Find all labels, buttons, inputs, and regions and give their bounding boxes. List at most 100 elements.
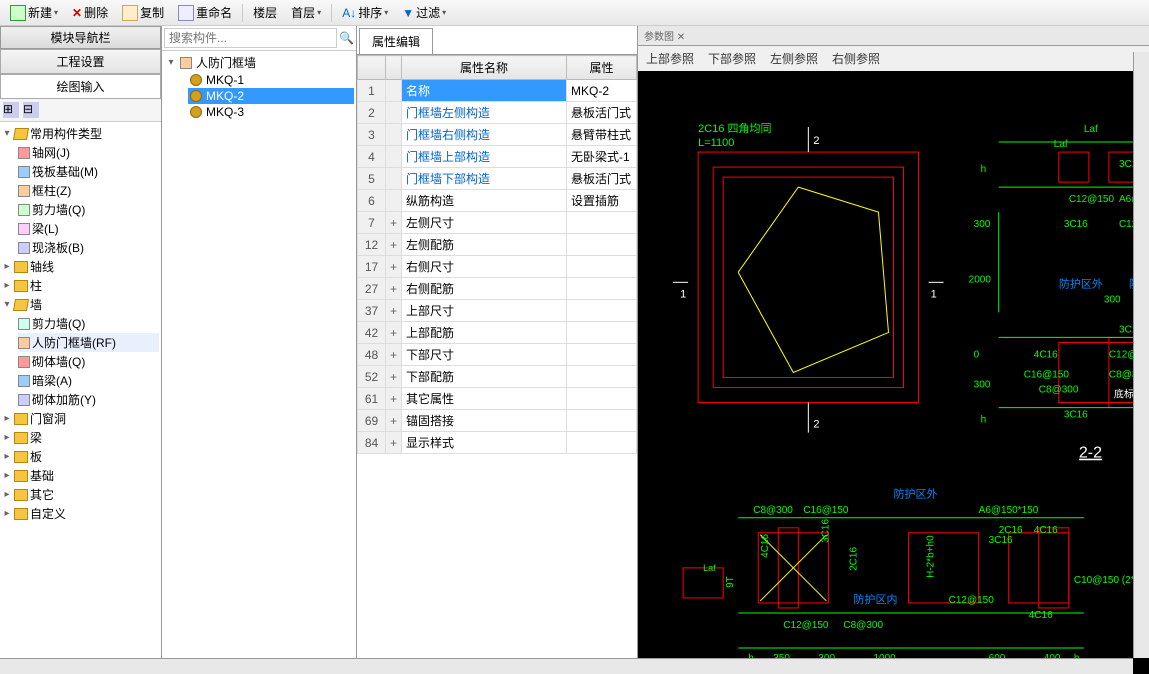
tree-common-types[interactable]: ▾常用构件类型 [2, 124, 159, 143]
nav-mini-toolbar: ⊞ ⊟ [0, 99, 161, 122]
svg-text:2C16: 2C16 [848, 547, 859, 571]
tree-door-frame[interactable]: 人防门框墙(RF) [18, 333, 159, 352]
comp-mkq2[interactable]: MKQ-2 [188, 88, 354, 104]
col-prop-val: 属性 [567, 56, 637, 80]
prop-row[interactable]: 27+右侧配筋 [358, 278, 637, 300]
cad-canvas[interactable]: 2C16 四角均同 L=1100 2 2 1 1 [638, 71, 1149, 674]
search-icon[interactable]: 🔍 [339, 31, 354, 45]
svg-text:2000: 2000 [969, 274, 992, 285]
svg-text:300: 300 [974, 219, 991, 230]
floor-button[interactable]: 楼层 [247, 2, 283, 23]
prop-row[interactable]: 3门框墙右侧构造悬臂带柱式 [358, 124, 637, 146]
property-grid: 属性名称 属性 1名称MKQ-22门框墙左侧构造悬板活门式3门框墙右侧构造悬臂带… [357, 54, 637, 674]
svg-text:H-2*b+h0: H-2*b+h0 [926, 535, 937, 578]
viewport-param-label: 参数图 ✕ [638, 26, 1149, 46]
svg-text:防护区内: 防护区内 [853, 592, 897, 606]
main-toolbar: 新建▾ ✕删除 复制 重命名 楼层 首层▾ A↓排序▾ ▼过滤▾ [0, 0, 1149, 26]
first-floor-button[interactable]: 首层▾ [285, 2, 327, 23]
prop-row[interactable]: 52+下部配筋 [358, 366, 637, 388]
search-input[interactable] [164, 28, 337, 48]
vertical-scrollbar[interactable] [1133, 52, 1149, 658]
comp-root[interactable]: ▾人防门框墙 [164, 53, 354, 72]
prop-row[interactable]: 84+显示样式 [358, 432, 637, 454]
tree-raft[interactable]: 筏板基础(M) [18, 162, 159, 181]
rename-button[interactable]: 重命名 [172, 2, 238, 23]
comp-mkq3[interactable]: MKQ-3 [188, 104, 354, 120]
tree-door-window[interactable]: ▸门窗洞 [2, 409, 159, 428]
svg-text:防护区外: 防护区外 [1059, 276, 1103, 290]
svg-text:h: h [981, 415, 987, 426]
copy-button[interactable]: 复制 [116, 2, 170, 23]
tree-column[interactable]: ▸柱 [2, 276, 159, 295]
svg-text:h: h [981, 164, 987, 175]
svg-text:300: 300 [974, 380, 991, 391]
svg-text:3C16: 3C16 [989, 535, 1013, 546]
new-button[interactable]: 新建▾ [4, 2, 64, 23]
svg-text:2C16 四角均同: 2C16 四角均同 [698, 122, 771, 135]
comp-mkq1[interactable]: MKQ-1 [188, 72, 354, 88]
svg-text:C8@300: C8@300 [753, 505, 793, 516]
svg-text:C8@300: C8@300 [843, 620, 883, 631]
expand-all-icon[interactable]: ⊞ [3, 102, 19, 118]
vp-tab-left[interactable]: 左侧参照 [770, 50, 818, 67]
sort-button[interactable]: A↓排序▾ [336, 2, 394, 23]
tree-frame-col[interactable]: 框柱(Z) [18, 181, 159, 200]
tab-project-settings[interactable]: 工程设置 [0, 49, 161, 74]
svg-text:2-2: 2-2 [1079, 444, 1102, 462]
vp-tab-bottom[interactable]: 下部参照 [708, 50, 756, 67]
svg-text:4C16: 4C16 [1029, 610, 1053, 621]
collapse-all-icon[interactable]: ⊟ [23, 102, 39, 118]
prop-row[interactable]: 37+上部尺寸 [358, 300, 637, 322]
prop-row[interactable]: 4门框墙上部构造无卧梁式-1 [358, 146, 637, 168]
svg-text:C12@150: C12@150 [949, 595, 995, 606]
tree-beam[interactable]: ▸梁 [2, 428, 159, 447]
svg-text:4C16: 4C16 [760, 534, 771, 558]
svg-text:4C16: 4C16 [1034, 349, 1058, 360]
tree-shear-wall-q[interactable]: 剪力墙(Q) [18, 314, 159, 333]
tree-foundation[interactable]: ▸基础 [2, 466, 159, 485]
vp-tab-top[interactable]: 上部参照 [646, 50, 694, 67]
vp-tab-right[interactable]: 右侧参照 [832, 50, 880, 67]
prop-row[interactable]: 42+上部配筋 [358, 322, 637, 344]
tree-axis-net[interactable]: 轴网(J) [18, 143, 159, 162]
tree-masonry-reinf[interactable]: 砌体加筋(Y) [18, 390, 159, 409]
svg-text:1: 1 [931, 288, 937, 300]
tree-other[interactable]: ▸其它 [2, 485, 159, 504]
svg-text:C8@300: C8@300 [1039, 385, 1079, 396]
svg-text:L=1100: L=1100 [698, 137, 734, 149]
prop-row[interactable]: 5门框墙下部构造悬板活门式 [358, 168, 637, 190]
svg-text:3C16: 3C16 [1064, 219, 1088, 230]
prop-row[interactable]: 12+左侧配筋 [358, 234, 637, 256]
horizontal-scrollbar[interactable] [0, 658, 1133, 674]
delete-button[interactable]: ✕删除 [66, 2, 114, 23]
module-nav-panel: 模块导航栏 工程设置 绘图输入 ⊞ ⊟ ▾常用构件类型 轴网(J) 筏板基础(M… [0, 26, 162, 674]
svg-text:C12@150: C12@150 [783, 620, 829, 631]
tree-axis[interactable]: ▸轴线 [2, 257, 159, 276]
svg-text:3C16: 3C16 [1064, 410, 1088, 421]
filter-button[interactable]: ▼过滤▾ [396, 2, 452, 23]
prop-row[interactable]: 7+左侧尺寸 [358, 212, 637, 234]
tree-masonry[interactable]: 砌体墙(Q) [18, 352, 159, 371]
svg-text:Laf: Laf [1084, 124, 1098, 135]
tree-custom[interactable]: ▸自定义 [2, 504, 159, 523]
tree-wall[interactable]: ▾墙 [2, 295, 159, 314]
tree-dark-beam[interactable]: 暗梁(A) [18, 371, 159, 390]
svg-text:2: 2 [813, 135, 819, 147]
prop-row[interactable]: 2门框墙左侧构造悬板活门式 [358, 102, 637, 124]
component-tree: ▾人防门框墙 MKQ-1 MKQ-2 MKQ-3 [162, 51, 356, 674]
svg-text:4C16: 4C16 [1034, 525, 1058, 536]
tab-property-edit[interactable]: 属性编辑 [359, 28, 433, 54]
component-panel: 🔍 ▾人防门框墙 MKQ-1 MKQ-2 MKQ-3 [162, 26, 357, 674]
prop-row[interactable]: 61+其它属性 [358, 388, 637, 410]
prop-row[interactable]: 69+锚固搭接 [358, 410, 637, 432]
tree-slab[interactable]: ▸板 [2, 447, 159, 466]
tab-draw-input[interactable]: 绘图输入 [0, 74, 161, 99]
svg-text:0: 0 [974, 349, 980, 360]
tree-shear-wall[interactable]: 剪力墙(Q) [18, 200, 159, 219]
tree-cast-slab[interactable]: 现浇板(B) [18, 238, 159, 257]
prop-row[interactable]: 17+右侧尺寸 [358, 256, 637, 278]
tree-beam-l[interactable]: 梁(L) [18, 219, 159, 238]
prop-row[interactable]: 1名称MKQ-2 [358, 80, 637, 102]
prop-row[interactable]: 48+下部尺寸 [358, 344, 637, 366]
prop-row[interactable]: 6纵筋构造设置插筋 [358, 190, 637, 212]
